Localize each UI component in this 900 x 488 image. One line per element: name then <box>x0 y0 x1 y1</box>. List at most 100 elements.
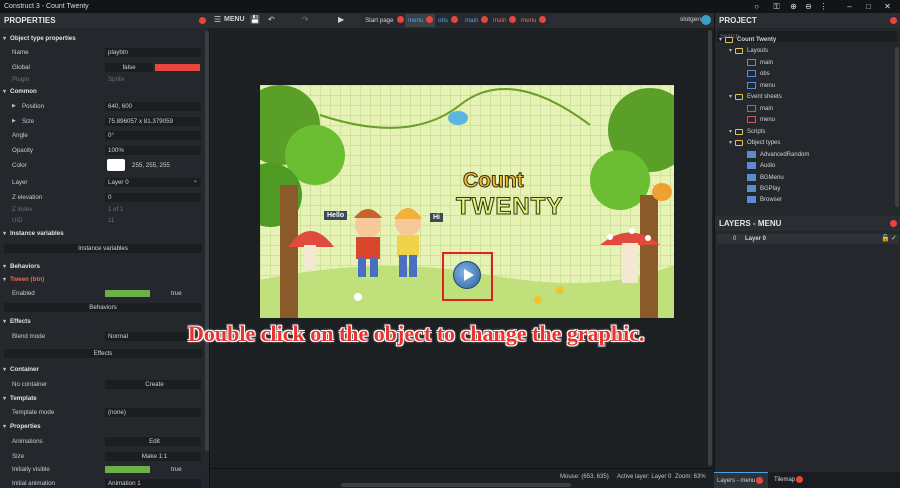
chevron-down-icon[interactable]: ▾ <box>729 128 732 135</box>
tab-main-4[interactable]: main <box>490 14 520 27</box>
save-icon[interactable]: 💾 <box>250 15 260 24</box>
instance-variables-button[interactable]: Instance variables <box>4 244 202 253</box>
close-dot-icon[interactable] <box>890 17 897 24</box>
chevron-down-icon[interactable]: ▾ <box>729 93 732 100</box>
effects-button[interactable]: Effects <box>4 349 202 358</box>
redo-icon[interactable]: ↷ <box>302 15 309 24</box>
tree-item[interactable]: obs <box>747 68 770 79</box>
tree-item[interactable]: Browser <box>747 194 782 205</box>
tree-item[interactable]: main <box>747 103 773 114</box>
make-1-1-button[interactable]: Make 1:1 <box>105 451 201 461</box>
tree-item[interactable]: ▾ Scripts <box>729 126 765 137</box>
chevron-down-icon[interactable]: ▾ <box>729 47 732 54</box>
visible-check-icon[interactable]: ✓ <box>891 234 897 242</box>
zoom-level: Zoom: 63% <box>675 474 706 480</box>
effects-section[interactable]: Effects <box>2 317 204 327</box>
template-mode-select[interactable]: (none) <box>105 407 201 417</box>
key-icon[interactable]: ⚿ <box>772 2 781 11</box>
layer-row[interactable]: 0 Layer 0 🔓 ✓ <box>717 234 899 244</box>
user-name[interactable]: slotgen <box>680 16 701 23</box>
tree-item[interactable]: BGMenu <box>747 172 784 183</box>
prop-value-layer[interactable]: Layer 0 ⌄ <box>105 177 201 187</box>
tree-item[interactable]: AdvancedRandom <box>747 149 809 160</box>
global-toggle-bar[interactable] <box>155 63 200 71</box>
canvas-vscrollbar[interactable] <box>708 30 712 466</box>
expand-icon[interactable]: ▶ <box>12 118 16 124</box>
tab-main-3[interactable]: main <box>462 14 492 27</box>
tree-item[interactable]: menu <box>747 80 775 91</box>
section-object-type-properties[interactable]: Object type properties <box>2 34 204 44</box>
edit-animations-button[interactable]: Edit <box>105 436 201 446</box>
tree-item[interactable]: Audio <box>747 160 775 171</box>
color-swatch[interactable] <box>107 158 125 171</box>
initial-animation-select[interactable]: Animation 1 <box>105 478 201 488</box>
prop-value-opacity[interactable]: 100% <box>105 145 201 155</box>
tree-item[interactable]: ▾ Event sheets <box>729 91 782 102</box>
blend-mode-select[interactable]: Normal <box>105 331 201 341</box>
tween-behavior-label[interactable]: Tween (btn) <box>2 275 204 285</box>
expand-icon[interactable]: ▶ <box>12 103 16 109</box>
properties-section[interactable]: Properties <box>2 422 204 432</box>
main-menu-button[interactable]: MENU <box>224 16 245 23</box>
tab-close-icon[interactable] <box>481 16 489 23</box>
tab-menu-1[interactable]: menu <box>405 14 437 27</box>
undo-icon[interactable]: ↶ <box>268 15 275 24</box>
play-button-sprite[interactable] <box>453 261 481 289</box>
user-avatar-icon[interactable] <box>701 15 711 25</box>
enabled-toggle-bar[interactable] <box>105 289 150 297</box>
canvas-hscrollbar[interactable] <box>341 483 571 487</box>
prop-value-angle[interactable]: 0° <box>105 130 201 140</box>
prop-value-color[interactable]: 255, 255, 255 <box>105 158 201 171</box>
tree-item[interactable]: menu <box>747 114 775 125</box>
tree-item[interactable]: ▾ Count Twenty <box>719 34 776 45</box>
tree-item[interactable]: main <box>747 57 773 68</box>
section-behaviors[interactable]: Behaviors <box>2 262 204 272</box>
section-common[interactable]: Common <box>2 87 204 97</box>
zoom-in-icon[interactable]: ⊕ <box>789 2 798 11</box>
behaviors-button[interactable]: Behaviors <box>4 303 202 312</box>
tab-close-icon[interactable] <box>396 16 404 23</box>
prop-value-name[interactable]: playbtn <box>105 47 201 57</box>
menu-icon[interactable]: ☰ <box>214 15 221 24</box>
tab-start-page-0[interactable]: Start page <box>362 14 407 27</box>
section-instance-variables[interactable]: Instance variables <box>2 229 204 239</box>
object-icon <box>747 174 756 181</box>
tab-close-icon[interactable] <box>509 16 517 23</box>
tree-item[interactable]: ▾ Object types <box>729 137 780 148</box>
close-icon[interactable]: ✕ <box>883 2 892 11</box>
tab-close-icon[interactable] <box>426 16 434 23</box>
help-icon[interactable]: ⋮ <box>819 2 828 11</box>
template-section[interactable]: Template <box>2 394 204 404</box>
tab-close-icon[interactable] <box>539 16 547 23</box>
close-dot-icon[interactable] <box>890 220 897 227</box>
search-icon[interactable]: ○ <box>752 2 761 11</box>
lock-icon[interactable]: 🔓 <box>881 234 890 242</box>
tree-item[interactable]: ▾ Layouts <box>729 45 768 56</box>
zoom-out-icon[interactable]: ⊖ <box>804 2 813 11</box>
layout-scene[interactable]: Hello Hi Count TWENTY <box>260 85 674 318</box>
minimize-icon[interactable]: – <box>845 2 854 11</box>
tab-tilemap[interactable]: Tilemap <box>770 472 820 488</box>
properties-scrollbar[interactable] <box>205 31 209 451</box>
initially-visible-toggle[interactable]: true <box>105 465 201 474</box>
prop-value-z-elevation[interactable]: 0 <box>105 192 201 202</box>
container-section[interactable]: Container <box>2 365 204 375</box>
tab-close-icon[interactable] <box>450 16 458 23</box>
initially-visible-row: Initially visible true <box>0 464 204 474</box>
create-container-button[interactable]: Create <box>105 379 201 389</box>
prop-value-size[interactable]: 75.896057 x 81.379059 <box>105 116 201 126</box>
tab-menu-5[interactable]: menu <box>518 14 550 27</box>
tab-layers-menu[interactable]: Layers - menu <box>714 472 768 488</box>
tree-item[interactable]: BGPlay <box>747 183 780 194</box>
close-dot-icon[interactable] <box>199 17 206 24</box>
prop-value-enabled[interactable]: true <box>105 289 201 298</box>
prop-value-position[interactable]: 640, 600 <box>105 101 201 111</box>
prop-row-angle: Angle 0° <box>0 130 204 140</box>
play-icon[interactable]: ▶ <box>338 15 344 24</box>
prop-value-global[interactable]: false <box>105 62 201 72</box>
chevron-down-icon[interactable]: ▾ <box>719 36 722 43</box>
project-scrollbar[interactable] <box>895 47 899 207</box>
chevron-down-icon[interactable]: ▾ <box>729 139 732 146</box>
tab-obs-2[interactable]: obs <box>435 14 461 27</box>
maximize-icon[interactable]: □ <box>864 2 873 11</box>
